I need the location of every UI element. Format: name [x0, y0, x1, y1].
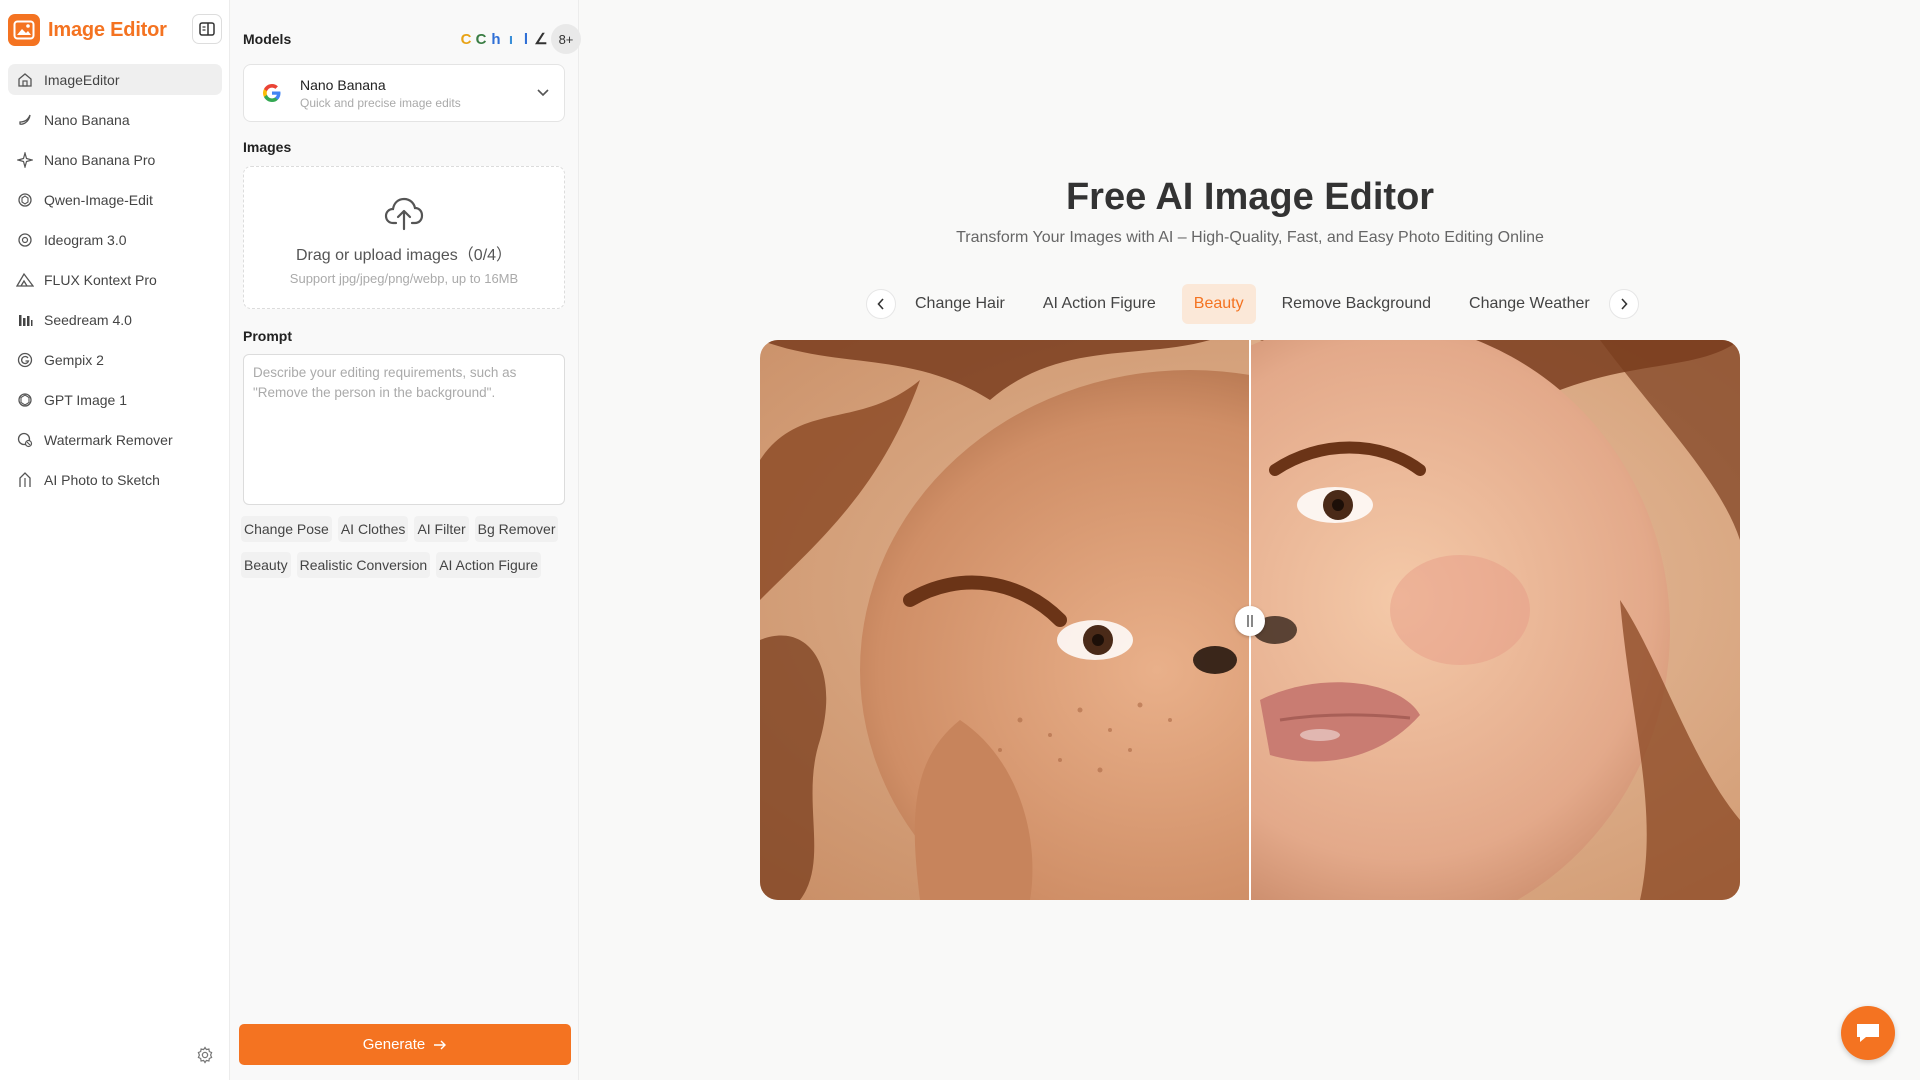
model-logos[interactable]: C C h ı l ∠ 8+	[459, 24, 581, 54]
sidebar-nav: ImageEditor Nano Banana Nano Banana Pro …	[8, 64, 222, 504]
tab-remove-background[interactable]: Remove Background	[1270, 284, 1443, 324]
sidebar-item-label: Watermark Remover	[44, 431, 173, 448]
sidebar-item-gempix[interactable]: Gempix 2	[8, 344, 222, 375]
sidebar-item-gpt-image[interactable]: GPT Image 1	[8, 384, 222, 415]
banana-icon	[16, 111, 34, 129]
sidebar-item-nano-banana-pro[interactable]: Nano Banana Pro	[8, 144, 222, 175]
ideogram-icon	[16, 231, 34, 249]
editor-panel: Models C C h ı l ∠ 8+ Nano Banana Quick …	[231, 0, 581, 1080]
tab-change-weather[interactable]: Change Weather	[1457, 284, 1602, 324]
home-icon	[16, 71, 34, 89]
sidebar-item-seedream[interactable]: Seedream 4.0	[8, 304, 222, 335]
hero-subtitle: Transform Your Images with AI – High-Qua…	[956, 229, 1544, 246]
model-logo-icon: l	[523, 30, 529, 48]
sidebar-item-label: Nano Banana	[44, 111, 130, 128]
drag-handle-icon	[1247, 615, 1253, 627]
prompt-chips: Change Pose AI Clothes AI Filter Bg Remo…	[241, 516, 571, 588]
qwen-icon	[16, 191, 34, 209]
upload-title: Drag or upload images（0/4）	[295, 247, 513, 264]
generate-label: Generate	[362, 1036, 426, 1053]
sidebar-item-label: Nano Banana Pro	[44, 151, 156, 168]
sidebar-toggle-icon	[199, 22, 215, 36]
sidebar: Image Editor ImageEditor Nano Banana Nan…	[0, 0, 230, 1080]
google-icon	[258, 79, 286, 107]
sidebar-item-nano-banana[interactable]: Nano Banana	[8, 104, 222, 135]
model-logo-icon: C	[475, 30, 487, 48]
prompt-input[interactable]	[243, 354, 565, 505]
gear-icon	[197, 1046, 213, 1064]
model-logo-icon: h	[491, 30, 501, 48]
sparkle-icon	[16, 151, 34, 169]
chip-change-pose[interactable]: Change Pose	[241, 516, 332, 542]
model-select[interactable]: Nano Banana Quick and precise image edit…	[243, 64, 565, 122]
model-description: Quick and precise image edits	[300, 95, 461, 110]
after-image	[1250, 340, 1740, 900]
sidebar-item-label: ImageEditor	[44, 71, 120, 88]
sidebar-item-imageeditor[interactable]: ImageEditor	[8, 64, 222, 95]
chevron-down-icon	[537, 89, 549, 97]
tab-beauty[interactable]: Beauty	[1181, 284, 1256, 324]
model-logo-icon: ı	[508, 30, 514, 48]
sidebar-item-label: FLUX Kontext Pro	[44, 271, 157, 288]
generate-button[interactable]: Generate	[239, 1024, 571, 1065]
sidebar-item-ideogram[interactable]: Ideogram 3.0	[8, 224, 222, 255]
chip-bg-remover[interactable]: Bg Remover	[474, 516, 559, 542]
sidebar-item-label: GPT Image 1	[44, 391, 128, 408]
chip-ai-action-figure[interactable]: AI Action Figure	[436, 552, 542, 578]
arrow-right-icon	[434, 1040, 447, 1049]
sketch-icon	[16, 471, 34, 489]
upload-subtitle: Support jpg/jpeg/png/webp, up to 16MB	[289, 271, 519, 286]
chip-ai-clothes[interactable]: AI Clothes	[337, 516, 409, 542]
sidebar-item-label: Gempix 2	[44, 351, 104, 368]
sidebar-item-label: Seedream 4.0	[44, 311, 132, 328]
chat-bubble-icon	[1857, 1024, 1879, 1042]
sidebar-item-qwen-image-edit[interactable]: Qwen-Image-Edit	[8, 184, 222, 215]
collapse-sidebar-button[interactable]	[192, 14, 222, 44]
more-models-badge[interactable]: 8+	[551, 24, 581, 54]
chat-support-button[interactable]	[1841, 1006, 1895, 1060]
sidebar-item-label: AI Photo to Sketch	[44, 471, 160, 488]
main-content: Free AI Image Editor Transform Your Imag…	[580, 0, 1920, 1080]
openai-icon	[16, 391, 34, 409]
seedream-icon	[16, 311, 34, 329]
sidebar-item-ai-photo-to-sketch[interactable]: AI Photo to Sketch	[8, 464, 222, 495]
chip-ai-filter[interactable]: AI Filter	[414, 516, 469, 542]
sidebar-item-label: Qwen-Image-Edit	[44, 191, 153, 208]
model-name: Nano Banana	[300, 76, 386, 93]
images-label: Images	[243, 139, 292, 155]
before-after-comparison[interactable]	[760, 340, 1740, 900]
chevron-left-icon	[877, 298, 884, 310]
feature-tabs: Change Hair AI Action Figure Beauty Remo…	[866, 283, 1639, 325]
watermark-icon	[16, 431, 34, 449]
before-image	[760, 340, 1250, 900]
brand[interactable]: Image Editor	[8, 14, 167, 46]
hero-title: Free AI Image Editor	[1065, 176, 1435, 218]
settings-button[interactable]	[194, 1044, 216, 1066]
comparison-slider-handle[interactable]	[1235, 606, 1265, 636]
gempix-icon	[16, 351, 34, 369]
chevron-right-icon	[1621, 298, 1628, 310]
model-logo-icon: C	[460, 30, 472, 48]
prompt-label: Prompt	[243, 328, 292, 344]
cloud-upload-icon	[384, 197, 424, 231]
sidebar-item-label: Ideogram 3.0	[44, 231, 127, 248]
chip-beauty[interactable]: Beauty	[241, 552, 291, 578]
models-label: Models	[243, 31, 292, 47]
image-editor-logo-icon	[8, 14, 40, 46]
sidebar-item-flux-kontext-pro[interactable]: FLUX Kontext Pro	[8, 264, 222, 295]
tabs-next-button[interactable]	[1608, 289, 1639, 319]
tabs-prev-button[interactable]	[866, 289, 896, 319]
tab-ai-action-figure[interactable]: AI Action Figure	[1031, 284, 1168, 324]
model-logo-icon: ∠	[534, 31, 548, 48]
flux-icon	[16, 271, 34, 289]
chip-realistic-conversion[interactable]: Realistic Conversion	[296, 552, 431, 578]
image-upload-dropzone[interactable]: Drag or upload images（0/4） Support jpg/j…	[243, 166, 565, 309]
brand-name: Image Editor	[48, 18, 167, 41]
tab-change-hair[interactable]: Change Hair	[903, 284, 1017, 324]
sidebar-item-watermark-remover[interactable]: Watermark Remover	[8, 424, 222, 455]
